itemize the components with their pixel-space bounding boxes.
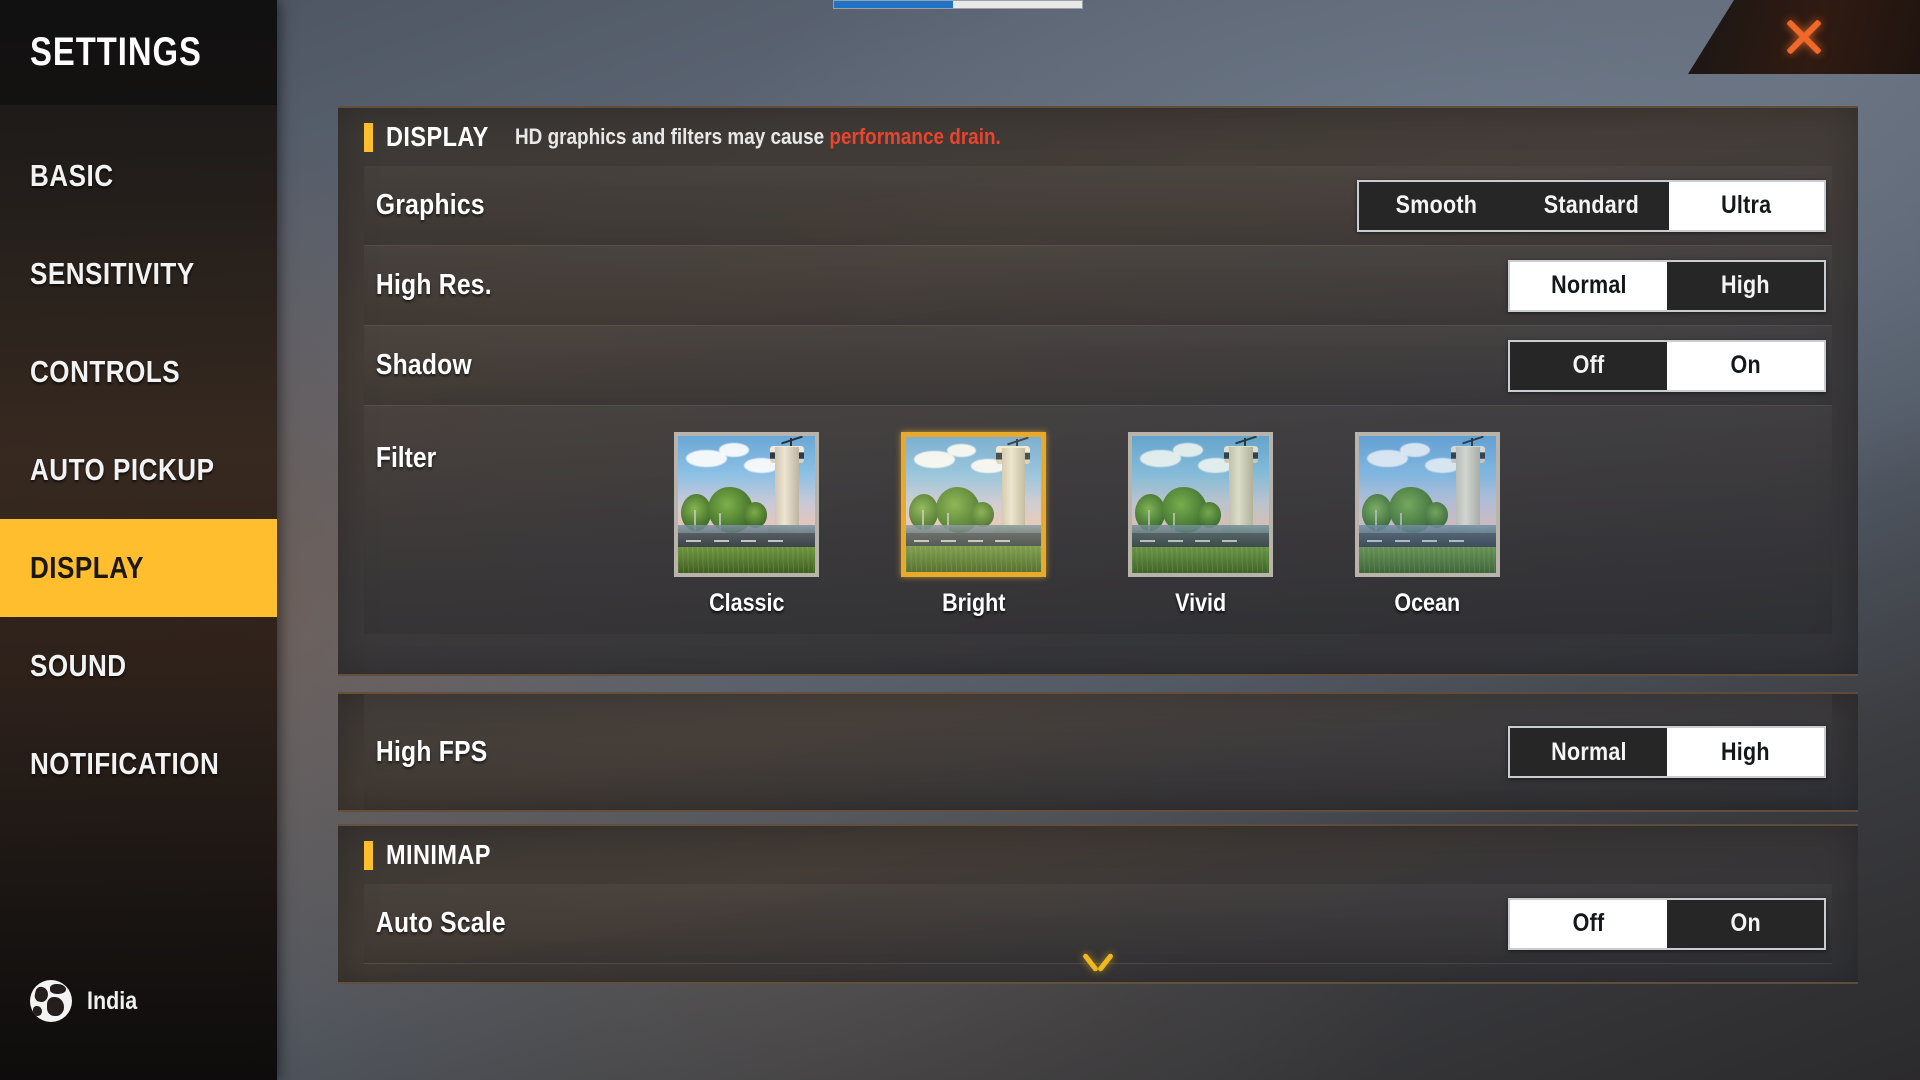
row-filter: Filter Classic Bright Vivid Ocean: [364, 406, 1832, 634]
region-label: India: [87, 986, 138, 1015]
display-section-subtitle: HD graphics and filters may cause perfor…: [515, 124, 1001, 150]
sidebar-header: SETTINGS: [0, 0, 277, 105]
auto-scale-toggle-group: Off On: [1508, 897, 1832, 950]
sidebar-item-auto-pickup[interactable]: AUTO PICKUP: [0, 421, 277, 519]
sidebar-item-sound[interactable]: SOUND: [0, 617, 277, 715]
high-res-toggle-group: Normal High: [1508, 259, 1832, 312]
filter-thumbnail-bright: [901, 432, 1046, 577]
sidebar-item-label: CONTROLS: [30, 354, 181, 389]
sidebar-item-label: BASIC: [30, 158, 114, 193]
fps-panel: High FPS Normal High: [338, 692, 1858, 812]
graphics-option-standard[interactable]: Standard: [1514, 181, 1669, 230]
sidebar-nav: BASIC SENSITIVITY CONTROLS AUTO PICKUP D…: [0, 127, 277, 813]
graphics-segmented-control: Smooth Standard Ultra: [1357, 179, 1826, 232]
row-high-fps: High FPS Normal High: [364, 694, 1832, 810]
settings-content: DISPLAY HD graphics and filters may caus…: [338, 0, 1858, 1080]
sidebar-item-label: NOTIFICATION: [30, 746, 220, 781]
high-res-segmented-control: Normal High: [1508, 259, 1826, 312]
minimap-panel: MINIMAP Auto Scale Off On: [338, 824, 1858, 984]
row-label-shadow: Shadow: [375, 349, 472, 381]
page-title: SETTINGS: [30, 30, 202, 74]
sidebar-item-notification[interactable]: NOTIFICATION: [0, 715, 277, 813]
section-accent-bar: [364, 840, 373, 870]
sidebar-item-basic[interactable]: BASIC: [0, 127, 277, 225]
row-graphics: Graphics Smooth Standard Ultra: [364, 166, 1832, 246]
section-accent-bar: [364, 122, 373, 152]
subtitle-warning-text: performance drain.: [829, 124, 1002, 149]
filter-thumbnail-ocean: [1355, 432, 1500, 577]
filter-option-vivid[interactable]: Vivid: [1128, 432, 1273, 618]
high-fps-segmented-control: Normal High: [1508, 726, 1826, 778]
auto-scale-option-on[interactable]: On: [1667, 899, 1824, 948]
region-selector[interactable]: India: [30, 980, 145, 1022]
filter-option-ocean[interactable]: Ocean: [1355, 432, 1500, 618]
high-res-option-normal[interactable]: Normal: [1510, 261, 1667, 310]
row-label-filter: Filter: [375, 442, 437, 474]
filter-option-bright[interactable]: Bright: [901, 432, 1046, 618]
chevron-down-icon[interactable]: [1078, 950, 1118, 972]
high-fps-option-high[interactable]: High: [1667, 728, 1824, 776]
filter-thumbnail-classic: [674, 432, 819, 577]
sidebar-item-controls[interactable]: CONTROLS: [0, 323, 277, 421]
high-res-option-high[interactable]: High: [1667, 261, 1824, 310]
sidebar-item-sensitivity[interactable]: SENSITIVITY: [0, 225, 277, 323]
auto-scale-segmented-control: Off On: [1508, 897, 1826, 950]
graphics-option-ultra[interactable]: Ultra: [1669, 181, 1824, 230]
row-high-res: High Res. Normal High: [364, 246, 1832, 326]
shadow-option-off[interactable]: Off: [1510, 341, 1667, 390]
filter-label-classic: Classic: [708, 589, 785, 617]
filter-label-ocean: Ocean: [1394, 589, 1461, 617]
sidebar-item-label: AUTO PICKUP: [30, 452, 215, 487]
filter-options: Classic Bright Vivid Ocean: [674, 432, 1500, 618]
shadow-option-on[interactable]: On: [1667, 341, 1824, 390]
sidebar-item-label: SENSITIVITY: [30, 256, 195, 291]
sidebar-item-display[interactable]: DISPLAY: [0, 519, 277, 617]
filter-label-bright: Bright: [941, 589, 1006, 617]
minimap-section-header: MINIMAP: [338, 826, 1858, 884]
subtitle-normal-text: HD graphics and filters may cause: [515, 124, 830, 149]
filter-label-vivid: Vivid: [1174, 589, 1226, 617]
display-panel: DISPLAY HD graphics and filters may caus…: [338, 106, 1858, 676]
settings-sidebar: SETTINGS BASIC SENSITIVITY CONTROLS AUTO…: [0, 0, 277, 1080]
high-fps-option-normal[interactable]: Normal: [1510, 728, 1667, 776]
shadow-toggle-group: Off On: [1508, 339, 1832, 392]
top-progress-fill: [834, 1, 954, 8]
graphics-option-smooth[interactable]: Smooth: [1359, 181, 1514, 230]
top-progress-bar: [833, 0, 1083, 9]
sidebar-item-label: DISPLAY: [30, 550, 145, 585]
row-shadow: Shadow Off On: [364, 326, 1832, 406]
display-section-title: DISPLAY: [386, 121, 489, 152]
globe-icon: [30, 980, 72, 1022]
auto-scale-option-off[interactable]: Off: [1510, 899, 1667, 948]
row-label-auto-scale: Auto Scale: [375, 907, 506, 939]
filter-option-classic[interactable]: Classic: [674, 432, 819, 618]
row-label-high-fps: High FPS: [375, 735, 488, 768]
minimap-section-title: MINIMAP: [386, 839, 491, 870]
close-x-icon: [1781, 14, 1827, 60]
display-section-header: DISPLAY HD graphics and filters may caus…: [338, 108, 1858, 166]
high-fps-toggle-group: Normal High: [1508, 726, 1832, 778]
graphics-toggle-group: Smooth Standard Ultra: [1357, 179, 1832, 232]
filter-thumbnail-vivid: [1128, 432, 1273, 577]
shadow-segmented-control: Off On: [1508, 339, 1826, 392]
row-label-graphics: Graphics: [375, 189, 485, 221]
row-label-high-res: High Res.: [375, 269, 492, 301]
sidebar-item-label: SOUND: [30, 648, 127, 683]
